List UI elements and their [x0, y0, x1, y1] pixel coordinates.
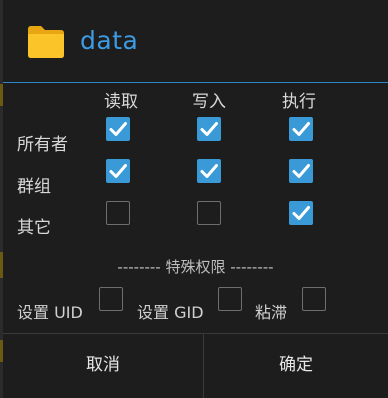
others-execute-checkbox[interactable] [289, 201, 313, 225]
cancel-button[interactable]: 取消 [3, 334, 203, 398]
special-label-setgid: 设置 GID [137, 303, 204, 322]
sticky-checkbox[interactable] [302, 287, 326, 311]
confirm-button[interactable]: 确定 [204, 334, 388, 398]
group-write-checkbox[interactable] [197, 159, 221, 183]
row-label-group: 群组 [17, 177, 51, 197]
row-label-others: 其它 [17, 218, 51, 238]
owner-write-checkbox[interactable] [197, 117, 221, 141]
permissions-dialog: data 读取 写入 执行 所有者 群组 其它 -------- 特殊权限 --… [3, 0, 388, 398]
owner-execute-checkbox[interactable] [289, 117, 313, 141]
column-header-execute: 执行 [282, 92, 316, 112]
special-label-sticky: 粘滞 [255, 303, 288, 322]
dialog-header: data [3, 0, 388, 82]
special-permissions-title: -------- 特殊权限 -------- [117, 258, 274, 276]
special-label-setuid: 设置 UID [17, 303, 83, 322]
column-header-read: 读取 [104, 92, 138, 112]
group-read-checkbox[interactable] [106, 159, 130, 183]
dialog-title: data [80, 26, 139, 55]
owner-read-checkbox[interactable] [106, 117, 130, 141]
folder-icon [28, 26, 64, 58]
others-read-checkbox[interactable] [106, 201, 130, 225]
group-execute-checkbox[interactable] [289, 159, 313, 183]
header-divider [3, 82, 388, 83]
column-header-write: 写入 [192, 92, 226, 112]
others-write-checkbox[interactable] [197, 201, 221, 225]
setuid-checkbox[interactable] [99, 287, 123, 311]
row-label-owner: 所有者 [17, 135, 68, 155]
setgid-checkbox[interactable] [218, 287, 242, 311]
